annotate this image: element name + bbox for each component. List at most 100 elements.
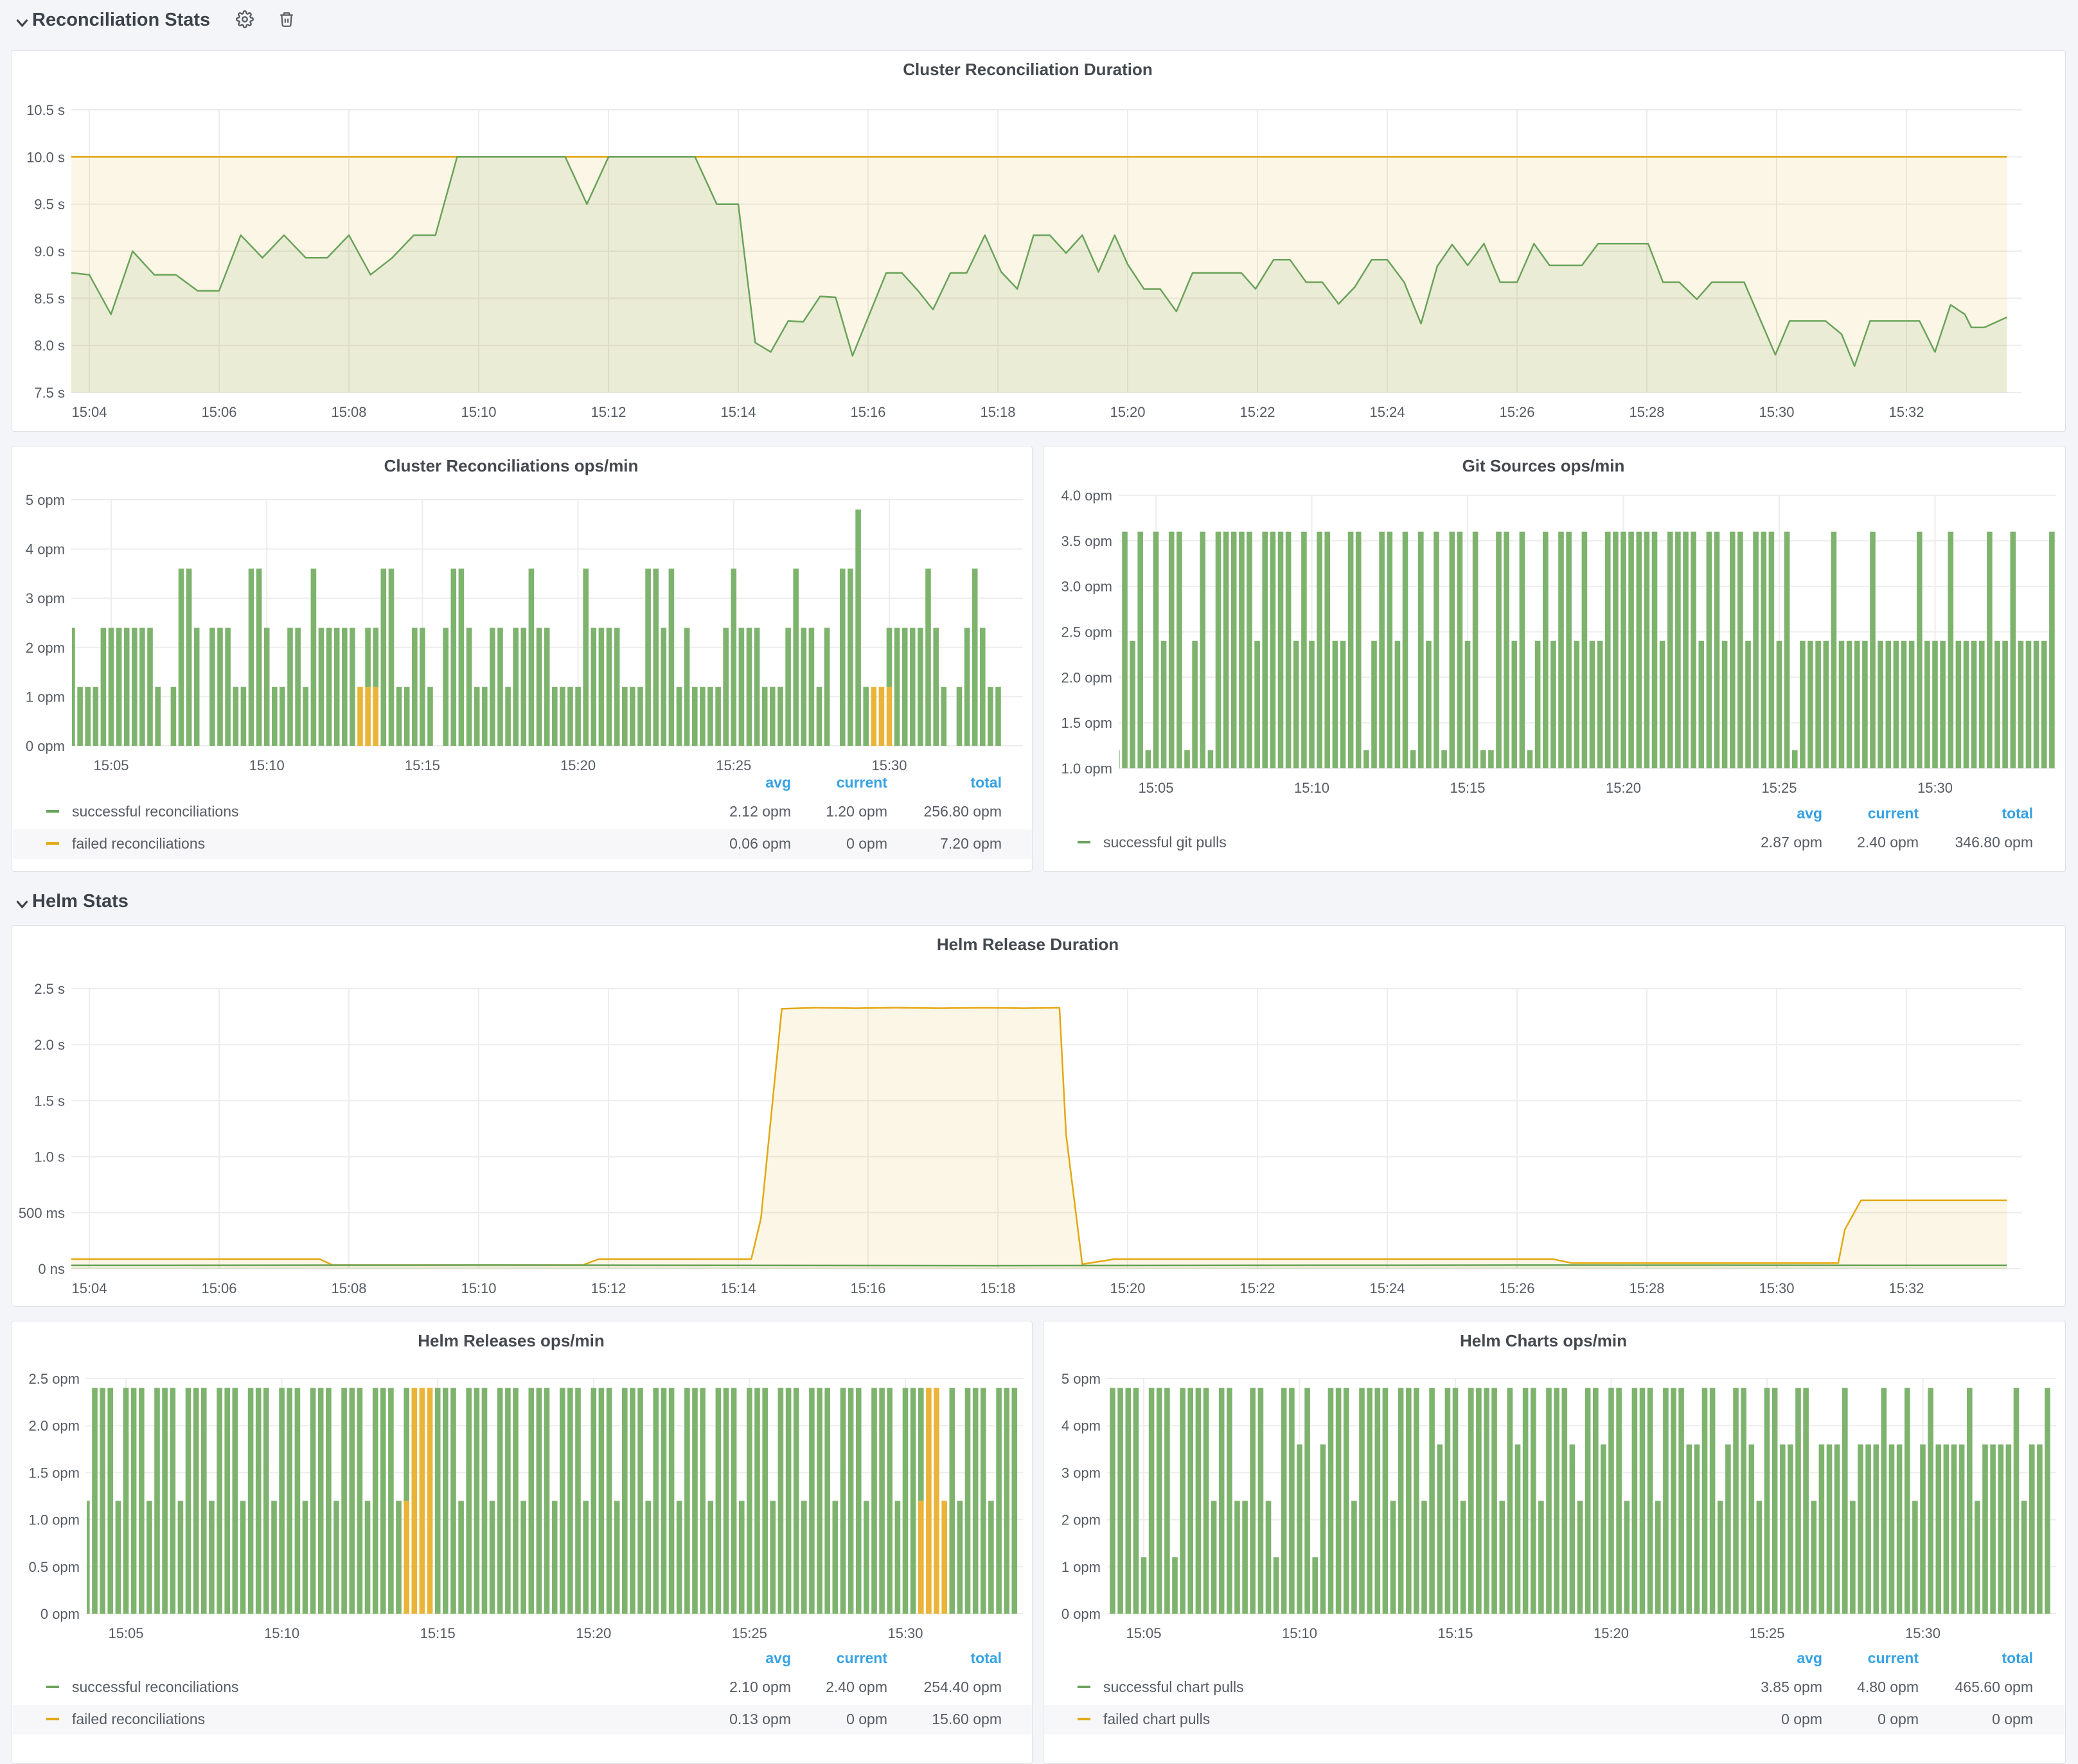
svg-text:15:20: 15:20 — [576, 1625, 611, 1641]
svg-text:3.85 opm: 3.85 opm — [1761, 1679, 1822, 1695]
svg-text:2.0 opm: 2.0 opm — [29, 1418, 80, 1434]
svg-text:254.40 opm: 254.40 opm — [924, 1679, 1002, 1695]
svg-text:15:15: 15:15 — [420, 1625, 456, 1641]
svg-text:15:30: 15:30 — [1759, 404, 1794, 420]
svg-text:15:15: 15:15 — [405, 757, 440, 773]
svg-text:Git Sources ops/min: Git Sources ops/min — [1462, 456, 1625, 475]
svg-text:3 opm: 3 opm — [26, 590, 65, 606]
svg-text:15:18: 15:18 — [980, 1280, 1015, 1296]
svg-text:3 opm: 3 opm — [1061, 1465, 1101, 1481]
svg-text:15:08: 15:08 — [331, 404, 366, 420]
svg-text:15:26: 15:26 — [1499, 404, 1534, 420]
svg-text:15:22: 15:22 — [1239, 1280, 1275, 1296]
svg-text:10.5 s: 10.5 s — [26, 102, 65, 118]
svg-text:15:20: 15:20 — [560, 757, 596, 773]
svg-text:successful reconciliations: successful reconciliations — [72, 803, 239, 820]
svg-text:4 opm: 4 opm — [1061, 1418, 1101, 1434]
svg-text:2.40 opm: 2.40 opm — [826, 1679, 887, 1695]
svg-text:15:22: 15:22 — [1239, 404, 1275, 420]
svg-text:15:18: 15:18 — [980, 404, 1015, 420]
svg-text:15:32: 15:32 — [1888, 1280, 1924, 1296]
svg-text:total: total — [970, 1650, 1002, 1666]
svg-text:2.0 s: 2.0 s — [34, 1037, 65, 1053]
svg-text:15:24: 15:24 — [1369, 404, 1405, 420]
svg-text:2 opm: 2 opm — [1061, 1512, 1101, 1528]
svg-text:9.5 s: 9.5 s — [34, 197, 65, 213]
svg-text:0.13 opm: 0.13 opm — [729, 1711, 791, 1727]
svg-text:Cluster Reconciliation Duratio: Cluster Reconciliation Duration — [903, 60, 1153, 79]
svg-text:1.5 opm: 1.5 opm — [1061, 715, 1113, 731]
svg-text:successful reconciliations: successful reconciliations — [72, 1679, 239, 1695]
svg-text:3.5 opm: 3.5 opm — [1061, 533, 1113, 549]
svg-text:8.0 s: 8.0 s — [34, 338, 65, 354]
svg-text:1.5 s: 1.5 s — [34, 1093, 65, 1109]
svg-text:0 opm: 0 opm — [1781, 1711, 1822, 1727]
svg-text:15:25: 15:25 — [732, 1625, 767, 1641]
svg-text:4 opm: 4 opm — [26, 542, 65, 558]
svg-text:15:15: 15:15 — [1450, 780, 1485, 796]
svg-text:346.80 opm: 346.80 opm — [1955, 834, 2033, 851]
svg-text:avg: avg — [765, 1650, 791, 1666]
svg-text:5 opm: 5 opm — [26, 492, 65, 508]
svg-text:15:20: 15:20 — [1110, 1280, 1145, 1296]
svg-text:4.80 opm: 4.80 opm — [1857, 1679, 1919, 1695]
svg-text:1.5 opm: 1.5 opm — [29, 1465, 80, 1481]
svg-text:15:10: 15:10 — [1282, 1625, 1317, 1641]
svg-text:Helm Releases ops/min: Helm Releases ops/min — [418, 1331, 604, 1350]
svg-text:Helm Charts ops/min: Helm Charts ops/min — [1460, 1331, 1627, 1350]
svg-text:1.0 opm: 1.0 opm — [29, 1512, 80, 1528]
svg-text:15:30: 15:30 — [1905, 1625, 1940, 1641]
svg-text:15:10: 15:10 — [249, 757, 285, 773]
svg-text:current: current — [1868, 1650, 1919, 1666]
svg-text:total: total — [2002, 805, 2033, 822]
svg-text:15:05: 15:05 — [1126, 1625, 1161, 1641]
svg-text:0 opm: 0 opm — [1992, 1711, 2033, 1727]
svg-text:2.10 opm: 2.10 opm — [729, 1679, 791, 1695]
svg-text:Helm Release Duration: Helm Release Duration — [937, 935, 1119, 954]
svg-text:failed reconciliations: failed reconciliations — [72, 835, 205, 852]
svg-text:15:28: 15:28 — [1629, 404, 1664, 420]
svg-text:15:26: 15:26 — [1499, 1280, 1534, 1296]
svg-text:avg: avg — [1797, 1650, 1822, 1666]
svg-text:failed reconciliations: failed reconciliations — [72, 1711, 205, 1727]
svg-text:15:05: 15:05 — [108, 1625, 143, 1641]
svg-text:256.80 opm: 256.80 opm — [924, 803, 1002, 820]
svg-text:15:30: 15:30 — [871, 757, 907, 773]
svg-text:2.5 opm: 2.5 opm — [1061, 624, 1113, 640]
svg-text:15:30: 15:30 — [887, 1625, 923, 1641]
svg-text:5 opm: 5 opm — [1061, 1371, 1101, 1387]
svg-text:successful chart pulls: successful chart pulls — [1103, 1679, 1244, 1695]
svg-text:0 opm: 0 opm — [1061, 1606, 1101, 1622]
svg-text:15:30: 15:30 — [1759, 1280, 1794, 1296]
svg-text:15:06: 15:06 — [201, 404, 236, 420]
svg-text:15:04: 15:04 — [71, 1280, 107, 1296]
svg-text:7.5 s: 7.5 s — [34, 385, 65, 401]
svg-text:465.60 opm: 465.60 opm — [1955, 1679, 2033, 1695]
svg-text:15:16: 15:16 — [850, 404, 885, 420]
svg-text:15:20: 15:20 — [1606, 780, 1641, 796]
svg-text:1.0 opm: 1.0 opm — [1061, 761, 1113, 777]
svg-text:15:25: 15:25 — [1749, 1625, 1784, 1641]
svg-text:2 opm: 2 opm — [26, 640, 65, 656]
svg-text:2.0 opm: 2.0 opm — [1061, 669, 1113, 685]
svg-text:avg: avg — [1797, 805, 1822, 822]
svg-text:15:15: 15:15 — [1437, 1625, 1473, 1641]
svg-text:15:06: 15:06 — [201, 1280, 236, 1296]
svg-text:1.0 s: 1.0 s — [34, 1149, 65, 1165]
svg-text:15:14: 15:14 — [720, 404, 756, 420]
svg-text:0.06 opm: 0.06 opm — [729, 835, 791, 852]
svg-text:2.5 opm: 2.5 opm — [29, 1371, 80, 1387]
svg-text:15:28: 15:28 — [1629, 1280, 1664, 1296]
svg-text:Cluster Reconciliations ops/mi: Cluster Reconciliations ops/min — [384, 456, 639, 475]
svg-text:15:12: 15:12 — [591, 404, 626, 420]
svg-text:7.20 opm: 7.20 opm — [940, 835, 1002, 852]
svg-text:15:25: 15:25 — [1761, 780, 1797, 796]
svg-text:15:24: 15:24 — [1369, 1280, 1405, 1296]
svg-text:15:10: 15:10 — [461, 404, 496, 420]
svg-text:2.5 s: 2.5 s — [34, 981, 65, 997]
svg-text:15:05: 15:05 — [1138, 780, 1173, 796]
svg-text:0 opm: 0 opm — [26, 738, 65, 754]
svg-text:15:08: 15:08 — [331, 1280, 366, 1296]
svg-text:0 opm: 0 opm — [846, 835, 887, 852]
svg-text:15:10: 15:10 — [264, 1625, 299, 1641]
